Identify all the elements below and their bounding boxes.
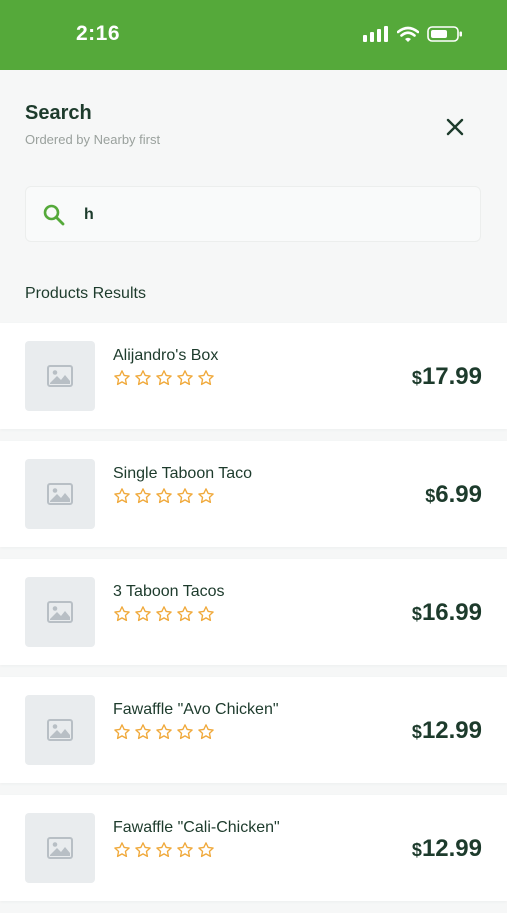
search-box[interactable] (25, 186, 481, 242)
star-icon (176, 369, 194, 387)
star-icon (134, 605, 152, 623)
star-icon (176, 841, 194, 859)
section-title: Products Results (25, 285, 146, 302)
product-image-placeholder (25, 577, 95, 647)
price-amount: 16.99 (421, 599, 482, 626)
star-icon (176, 605, 194, 623)
star-icon (134, 841, 152, 859)
product-rating (113, 723, 215, 741)
star-icon (197, 487, 215, 505)
product-rating (113, 369, 215, 387)
currency-symbol: $ (411, 604, 422, 624)
status-bar: 2:16 (0, 0, 507, 70)
star-icon (176, 487, 194, 505)
signal-icon (363, 24, 389, 44)
star-icon (176, 723, 194, 741)
product-image-placeholder (25, 695, 95, 765)
star-icon (197, 369, 215, 387)
product-card[interactable]: Alijandro's Box $17.99 (0, 323, 507, 429)
product-card[interactable]: Fawaffle "Avo Chicken" $12.99 (0, 677, 507, 783)
currency-symbol: $ (425, 486, 436, 506)
product-image-placeholder (25, 813, 95, 883)
product-results-list: Alijandro's Box $17.99 Single Taboon Taco $… (0, 323, 507, 913)
status-icons (363, 24, 463, 44)
product-name: Fawaffle "Avo Chicken" (113, 701, 279, 718)
close-icon (446, 118, 464, 136)
search-input[interactable] (82, 199, 466, 231)
star-icon (113, 369, 131, 387)
price-amount: 12.99 (421, 835, 482, 862)
product-name: Fawaffle "Cali-Chicken" (113, 819, 280, 836)
star-icon (197, 605, 215, 623)
product-price: $12.99 (412, 717, 482, 745)
star-icon (155, 841, 173, 859)
star-icon (155, 369, 173, 387)
star-icon (134, 723, 152, 741)
page-subtitle: Ordered by Nearby first (25, 132, 161, 147)
product-price: $12.99 (412, 835, 482, 863)
star-icon (197, 841, 215, 859)
currency-symbol: $ (411, 368, 422, 388)
search-icon (42, 203, 66, 232)
battery-icon (427, 25, 463, 43)
product-image-placeholder (25, 459, 95, 529)
currency-symbol: $ (411, 722, 422, 742)
star-icon (113, 487, 131, 505)
product-card[interactable]: Single Taboon Taco $6.99 (0, 441, 507, 547)
product-price: $16.99 (412, 599, 482, 627)
star-icon (155, 605, 173, 623)
product-rating (113, 487, 215, 505)
wifi-icon (397, 26, 419, 43)
star-icon (134, 487, 152, 505)
currency-symbol: $ (411, 840, 422, 860)
product-name: Single Taboon Taco (113, 465, 253, 482)
product-name: Alijandro's Box (113, 347, 219, 364)
star-icon (197, 723, 215, 741)
product-price: $6.99 (425, 481, 482, 509)
product-card[interactable]: 3 Taboon Tacos $16.99 (0, 559, 507, 665)
star-icon (155, 487, 173, 505)
status-time: 2:16 (76, 22, 121, 45)
product-name: 3 Taboon Tacos (113, 583, 225, 600)
star-icon (113, 841, 131, 859)
close-button[interactable] (438, 110, 472, 144)
price-amount: 12.99 (421, 717, 482, 744)
product-image-placeholder (25, 341, 95, 411)
price-amount: 6.99 (435, 481, 482, 508)
star-icon (155, 723, 173, 741)
star-icon (113, 605, 131, 623)
product-rating (113, 841, 215, 859)
product-price: $17.99 (412, 363, 482, 391)
product-rating (113, 605, 215, 623)
search-header: Search Ordered by Nearby first (0, 70, 507, 180)
price-amount: 17.99 (421, 363, 482, 390)
star-icon (134, 369, 152, 387)
page-title: Search (25, 102, 92, 124)
product-card[interactable]: Fawaffle "Cali-Chicken" $12.99 (0, 795, 507, 901)
star-icon (113, 723, 131, 741)
